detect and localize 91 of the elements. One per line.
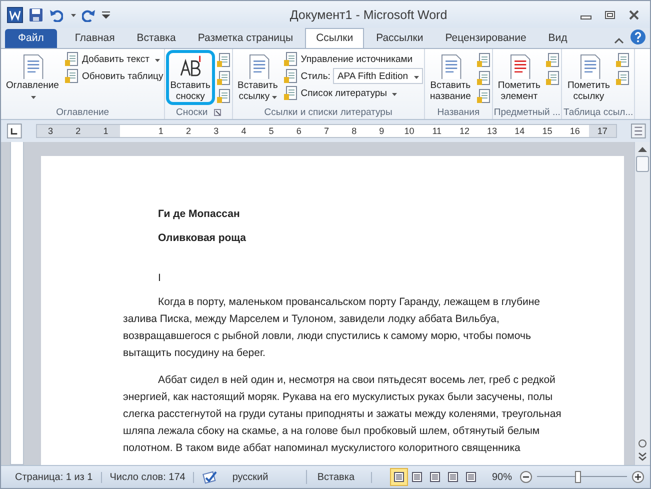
collapse-ribbon-icon[interactable] xyxy=(614,37,624,45)
ruler-number: 9 xyxy=(379,126,384,136)
save-icon[interactable] xyxy=(29,8,43,22)
ruler-number: 14 xyxy=(514,126,525,136)
window-title: Документ1 - Microsoft Word xyxy=(288,8,448,22)
ribbon-button[interactable]: Управление источниками xyxy=(284,52,424,66)
group-label: Предметный ... xyxy=(494,106,560,118)
ribbon-button[interactable]: Пометить ссылку xyxy=(563,50,614,105)
ruler-number: 12 xyxy=(459,126,470,136)
group-label: Таблица ссыл... xyxy=(563,106,634,118)
ruler-toggle-icon[interactable] xyxy=(631,123,646,139)
chapter-number: I xyxy=(158,271,162,286)
ribbon-tab[interactable]: Разметка страницы xyxy=(188,29,304,48)
group-label: Сноски xyxy=(176,106,208,118)
zoom-level[interactable]: 90% xyxy=(492,472,512,482)
ribbon-tab[interactable]: Рассылки xyxy=(366,29,434,48)
ruler-number: 3 xyxy=(48,126,54,136)
ruler-number: 1 xyxy=(158,126,164,136)
dialog-launcher-icon[interactable] xyxy=(214,108,221,116)
view-icon xyxy=(464,471,477,483)
view-icon xyxy=(410,471,423,483)
heading: Оливковая роща xyxy=(158,231,247,246)
style-icon xyxy=(284,69,298,83)
ruler-number: 3 xyxy=(214,126,219,136)
ruler-number: 10 xyxy=(404,126,414,136)
ruler-number: 2 xyxy=(186,126,192,136)
zoom-in-icon[interactable] xyxy=(632,471,644,483)
ribbon-tab[interactable]: Вставка xyxy=(126,29,186,48)
ruler-number: 17 xyxy=(597,126,608,136)
style-dropdown[interactable]: APA Fifth Edition xyxy=(333,68,424,84)
ribbon-button[interactable]: Вставить ссылку xyxy=(234,50,282,105)
ruler-number: 11 xyxy=(432,126,442,136)
paragraph: Когда в порту, маленьком провансальском порту Гаранду, лежащем в глубине залива Писка, между Марселем и Тулоном, завидели лодку аббата Вильбуа, возвращавшегося с рыбной ловли, люди спустились к самому морю, чтобы помочь вытащить посудину на берег. xyxy=(123,295,541,361)
view-icon xyxy=(428,471,441,483)
ribbon-button[interactable]: Добавить текст xyxy=(64,52,164,66)
slider-thumb[interactable] xyxy=(574,471,580,483)
spelling-check-icon[interactable] xyxy=(202,470,218,484)
ruler-number: 13 xyxy=(487,126,498,136)
ribbon-button[interactable]: Оглавление xyxy=(2,50,63,105)
ruler-number: 15 xyxy=(542,126,552,136)
caret-icon xyxy=(30,96,36,99)
ruler-number: 5 xyxy=(268,126,274,136)
ruler-number: 16 xyxy=(570,126,580,136)
group-label: Ссылки и списки литературы xyxy=(264,106,392,118)
scroll-up-icon[interactable] xyxy=(638,146,647,152)
caret-icon xyxy=(272,96,277,99)
word-count[interactable]: Число слов: 174 xyxy=(102,472,194,482)
caret-icon xyxy=(71,14,76,17)
ribbon-button[interactable]: Пометить элемент xyxy=(494,50,544,105)
browse-object-icon[interactable] xyxy=(638,439,647,448)
scrollbar[interactable] xyxy=(634,142,650,465)
style-label: Стиль: xyxy=(300,70,330,82)
group-label: Оглавление xyxy=(56,106,110,118)
ruler-number: 4 xyxy=(241,126,246,136)
undo-icon[interactable] xyxy=(49,8,63,22)
caret-icon xyxy=(154,58,160,62)
language-label[interactable]: русский xyxy=(232,472,268,482)
ribbon-tab[interactable]: Главная xyxy=(64,29,125,48)
caret-icon xyxy=(414,76,420,78)
ribbon-button[interactable]: Список литературы xyxy=(284,86,424,100)
help-icon[interactable] xyxy=(630,29,646,45)
scroll-thumb[interactable] xyxy=(636,156,649,172)
view-icon xyxy=(446,471,459,483)
insert-mode[interactable]: Вставка xyxy=(307,472,372,482)
view-icon xyxy=(392,471,405,483)
ruler-number: 2 xyxy=(76,126,81,136)
restore-icon[interactable] xyxy=(604,8,616,20)
ruler-number: 7 xyxy=(324,126,329,136)
word-logo-icon xyxy=(7,6,23,22)
ribbon-tab[interactable]: Вид xyxy=(538,29,578,48)
ruler-number: 6 xyxy=(296,126,302,136)
ruler-number: 1 xyxy=(103,126,108,136)
paragraph: Аббат сидел в ней один и, несмотря на свои пятьдесят восемь лет, греб с редкой энергией, как настоящий моряк. Рукава на его мускулистых руках были засучены, полы слегка расстегнутой на груди сутаны приподняты и зажаты между коленями, треугольная шляпа лежала сбоку на скамье, а на голове был пробковый шлем, обтянутый белым полотном. В таком виде аббат напоминал мускулистого колоритного священника xyxy=(123,373,562,456)
heading: Ги де Мопассан xyxy=(158,207,241,222)
zoom-out-icon[interactable] xyxy=(520,471,532,483)
page-count[interactable]: Страница: 1 из 1 xyxy=(7,472,102,482)
ribbon-button[interactable]: Вставить название xyxy=(426,50,475,105)
close-icon[interactable] xyxy=(628,8,640,20)
file-tab[interactable]: Файл xyxy=(5,29,57,48)
ribbon-button[interactable]: Вставить сноску xyxy=(166,50,214,105)
ruler-number: 8 xyxy=(352,126,357,136)
ribbon-button[interactable]: Обновить таблицу xyxy=(64,69,164,83)
redo-icon[interactable] xyxy=(82,8,96,22)
ribbon-tab[interactable]: Рецензирование xyxy=(435,29,536,48)
group-label: Названия xyxy=(437,106,480,118)
tab-selector-icon[interactable] xyxy=(7,123,22,139)
view-button[interactable] xyxy=(390,468,408,486)
caret-icon xyxy=(392,92,397,96)
ribbon-tab[interactable]: Ссылки xyxy=(305,28,364,48)
customize-toolbar-icon[interactable] xyxy=(102,10,110,18)
next-page-icon[interactable] xyxy=(638,452,647,461)
